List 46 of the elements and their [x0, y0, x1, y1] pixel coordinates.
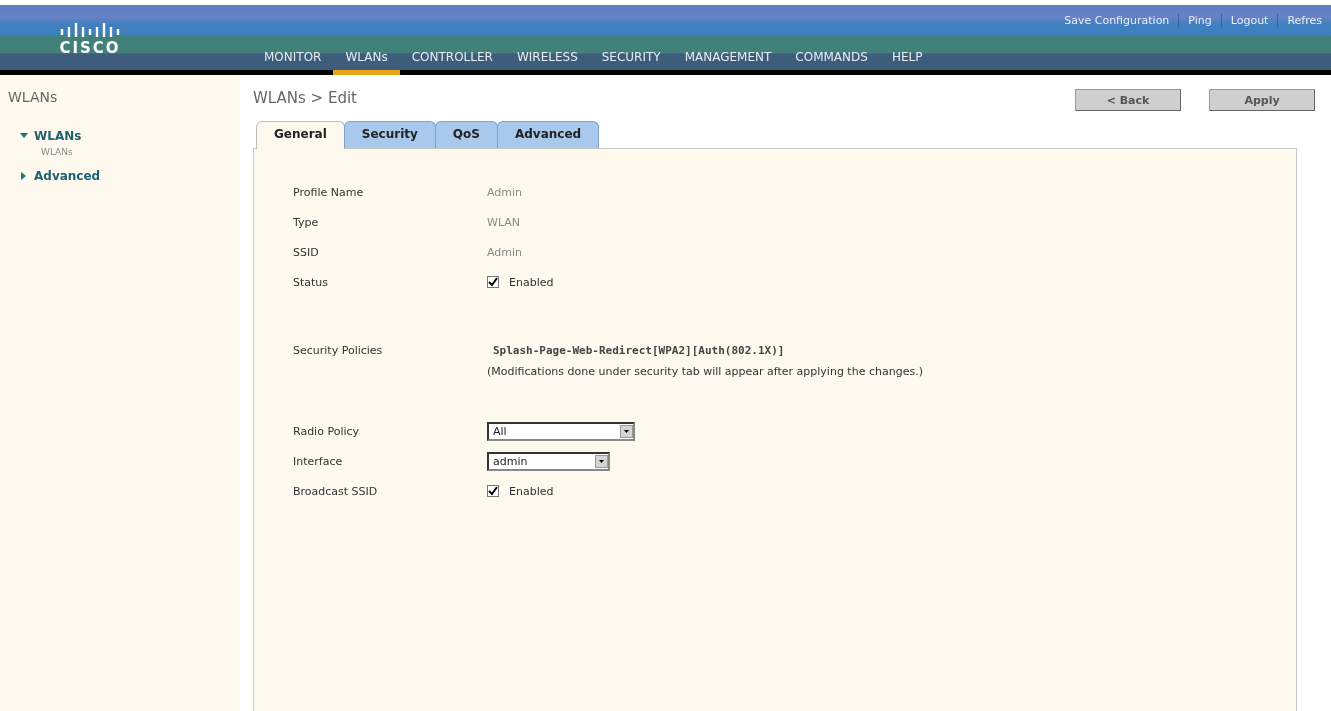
checkbox[interactable] — [487, 276, 499, 288]
tab[interactable]: General — [256, 121, 345, 149]
header-link[interactable]: Save Configuration — [1055, 14, 1179, 27]
logo-bars-icon — [60, 22, 120, 37]
nav-item[interactable]: SECURITY — [589, 44, 673, 75]
caret-right-icon[interactable] — [20, 172, 28, 180]
tab[interactable]: Security — [343, 121, 436, 148]
field-value: Admin — [487, 245, 523, 259]
header-link[interactable]: Ping — [1178, 14, 1221, 27]
nav-item[interactable]: CONTROLLER — [399, 44, 505, 75]
field-label: Broadcast SSID — [293, 484, 379, 498]
sidebar-item[interactable]: WLANs — [34, 129, 82, 143]
dropdown[interactable]: admin — [487, 451, 610, 471]
caret-down-icon[interactable] — [20, 132, 28, 140]
nav-item[interactable]: WIRELESS — [504, 44, 590, 75]
action-button[interactable]: < Back — [1075, 89, 1181, 111]
checkbox[interactable] — [487, 485, 499, 497]
sidebar-title: WLANs — [8, 89, 59, 105]
nav-item[interactable]: WLANs — [333, 44, 400, 75]
action-button[interactable]: Apply — [1209, 89, 1315, 111]
nav-item[interactable]: MANAGEMENT — [672, 44, 784, 75]
field-label: SSID — [293, 245, 320, 259]
nav-item[interactable]: HELP — [879, 44, 935, 75]
field-value: WLAN — [487, 215, 520, 229]
note-text: (Modifications done under security tab will appear after applying the changes.) — [487, 365, 923, 378]
field-label: Radio Policy — [293, 424, 361, 438]
tab[interactable]: Advanced — [496, 121, 600, 148]
header-link[interactable]: Refres — [1277, 14, 1331, 27]
field-label: Interface — [293, 454, 344, 468]
page-title: WLANs > Edit — [253, 89, 357, 109]
checkbox-label: Enabled — [509, 484, 554, 498]
sidebar-subitem[interactable]: WLANs — [8, 147, 232, 157]
checkbox-label: Enabled — [509, 275, 554, 289]
nav-item[interactable]: MONITOR — [252, 44, 334, 75]
header-link[interactable]: Logout — [1220, 14, 1278, 27]
field-label: Profile Name — [293, 185, 365, 199]
field-label: Type — [293, 215, 320, 229]
logo-text: CISCO — [59, 38, 121, 57]
field-label: Status — [293, 275, 330, 289]
dropdown[interactable]: All — [487, 421, 635, 441]
nav-item[interactable]: COMMANDS — [783, 44, 880, 75]
field-value: Splash-Page-Web-Redirect[WPA2][Auth(802.1X)] — [492, 344, 786, 357]
sidebar-item[interactable]: Advanced — [34, 169, 101, 183]
field-label: Security Policies — [293, 344, 384, 357]
tab[interactable]: QoS — [434, 121, 498, 148]
field-value: Admin — [487, 185, 523, 199]
